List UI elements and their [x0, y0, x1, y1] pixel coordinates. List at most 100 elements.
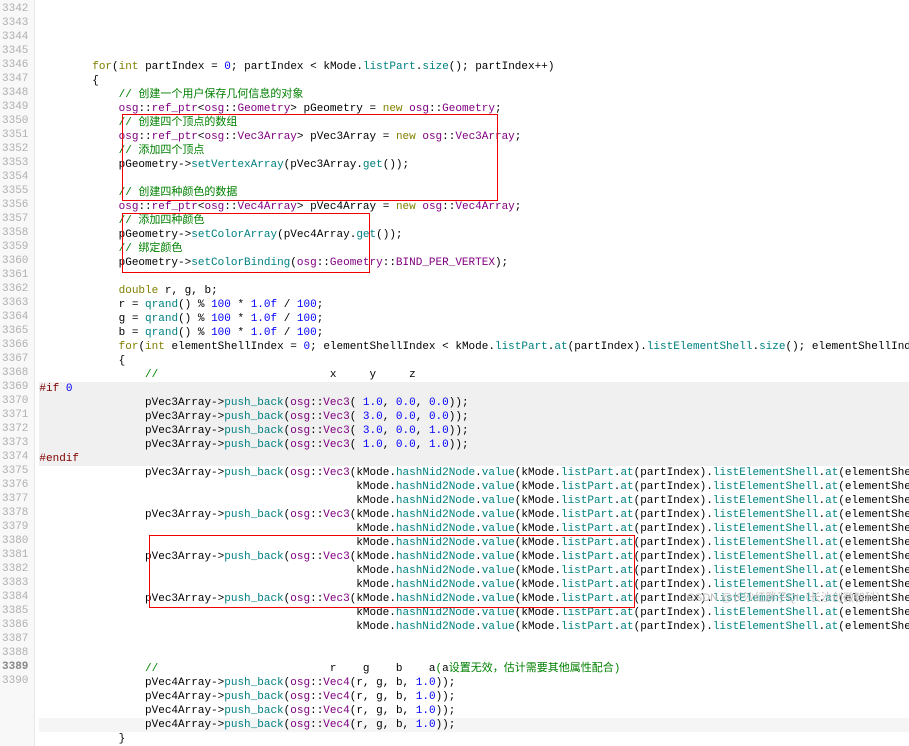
code-line[interactable]: pVec3Array->push_back(osg::Vec3(kMode.ha…	[39, 508, 909, 522]
line-number[interactable]: 3368	[2, 366, 28, 380]
line-number[interactable]: 3351	[2, 128, 28, 142]
code-line[interactable]: // 添加四种颜色	[39, 214, 909, 228]
code-line[interactable]: // 创建一个用户保存几何信息的对象	[39, 88, 909, 102]
code-line[interactable]: }	[39, 732, 909, 746]
code-line[interactable]: pVec3Array->push_back(osg::Vec3( 1.0, 0.…	[39, 396, 909, 410]
code-line[interactable]: // 绑定颜色	[39, 242, 909, 256]
line-number[interactable]: 3370	[2, 394, 28, 408]
line-number[interactable]: 3361	[2, 268, 28, 282]
line-number[interactable]: 3347	[2, 72, 28, 86]
code-line[interactable]: kMode.hashNid2Node.value(kMode.listPart.…	[39, 606, 909, 620]
code-line[interactable]: double r, g, b;	[39, 284, 909, 298]
line-number-gutter[interactable]: 3342334333443345334633473348334933503351…	[0, 0, 35, 746]
code-line[interactable]: kMode.hashNid2Node.value(kMode.listPart.…	[39, 536, 909, 550]
watermark-text: CSDN @长沙红胖子Qt（长沙创微智科）	[687, 592, 887, 604]
line-number[interactable]: 3377	[2, 492, 28, 506]
code-line[interactable]: // 创建四个顶点的数组	[39, 116, 909, 130]
code-line[interactable]: // x y z	[39, 368, 909, 382]
line-number[interactable]: 3380	[2, 534, 28, 548]
line-number[interactable]: 3343	[2, 16, 28, 30]
code-line[interactable]: b = qrand() % 100 * 1.0f / 100;	[39, 326, 909, 340]
line-number[interactable]: 3379	[2, 520, 28, 534]
code-line[interactable]: kMode.hashNid2Node.value(kMode.listPart.…	[39, 480, 909, 494]
code-line[interactable]: pGeometry->setColorBinding(osg::Geometry…	[39, 256, 909, 270]
line-number[interactable]: 3372	[2, 422, 28, 436]
line-number[interactable]: 3378	[2, 506, 28, 520]
code-line[interactable]: osg::ref_ptr<osg::Geometry> pGeometry = …	[39, 102, 909, 116]
code-line[interactable]: osg::ref_ptr<osg::Vec4Array> pVec4Array …	[39, 200, 909, 214]
code-line[interactable]: // r g b a(a设置无效，估计需要其他属性配合)	[39, 662, 909, 676]
line-number[interactable]: 3381	[2, 548, 28, 562]
code-area[interactable]: for(int partIndex = 0; partIndex < kMode…	[35, 0, 909, 746]
code-line[interactable]	[39, 648, 909, 662]
line-number[interactable]: 3349	[2, 100, 28, 114]
code-line[interactable]	[39, 634, 909, 648]
line-number[interactable]: 3344	[2, 30, 28, 44]
code-editor[interactable]: 3342334333443345334633473348334933503351…	[0, 0, 909, 746]
line-number[interactable]: 3358	[2, 226, 28, 240]
line-number[interactable]: 3359	[2, 240, 28, 254]
code-line[interactable]	[39, 270, 909, 284]
line-number[interactable]: 3353	[2, 156, 28, 170]
line-number[interactable]: 3385	[2, 604, 28, 618]
line-number[interactable]: 3388	[2, 646, 28, 660]
line-number[interactable]: 3383	[2, 576, 28, 590]
line-number[interactable]: 3355	[2, 184, 28, 198]
code-line[interactable]: pVec3Array->push_back(osg::Vec3( 3.0, 0.…	[39, 424, 909, 438]
code-line[interactable]: pGeometry->setColorArray(pVec4Array.get(…	[39, 228, 909, 242]
code-line[interactable]: pVec4Array->push_back(osg::Vec4(r, g, b,…	[39, 676, 909, 690]
line-number[interactable]: 3348	[2, 86, 28, 100]
code-line[interactable]: for(int partIndex = 0; partIndex < kMode…	[39, 60, 909, 74]
code-line[interactable]: kMode.hashNid2Node.value(kMode.listPart.…	[39, 522, 909, 536]
line-number[interactable]: 3387	[2, 632, 28, 646]
line-number[interactable]: 3350	[2, 114, 28, 128]
code-line[interactable]: for(int elementShellIndex = 0; elementSh…	[39, 340, 909, 354]
line-number[interactable]: 3356	[2, 198, 28, 212]
line-number[interactable]: 3357	[2, 212, 28, 226]
line-number[interactable]: 3382	[2, 562, 28, 576]
line-number[interactable]: 3386	[2, 618, 28, 632]
code-line[interactable]: pGeometry->setVertexArray(pVec3Array.get…	[39, 158, 909, 172]
line-number[interactable]: 3371	[2, 408, 28, 422]
code-line[interactable]: pVec4Array->push_back(osg::Vec4(r, g, b,…	[39, 690, 909, 704]
code-line[interactable]: pVec4Array->push_back(osg::Vec4(r, g, b,…	[39, 718, 909, 732]
code-line[interactable]: {	[39, 354, 909, 368]
line-number[interactable]: 3364	[2, 310, 28, 324]
line-number[interactable]: 3362	[2, 282, 28, 296]
line-number[interactable]: 3375	[2, 464, 28, 478]
code-line[interactable]: r = qrand() % 100 * 1.0f / 100;	[39, 298, 909, 312]
line-number[interactable]: 3367	[2, 352, 28, 366]
line-number[interactable]: 3342	[2, 2, 28, 16]
line-number[interactable]: 3365	[2, 324, 28, 338]
line-number[interactable]: 3374	[2, 450, 28, 464]
code-line[interactable]: kMode.hashNid2Node.value(kMode.listPart.…	[39, 494, 909, 508]
line-number[interactable]: 3352	[2, 142, 28, 156]
line-number[interactable]: 3373	[2, 436, 28, 450]
code-line[interactable]: pVec3Array->push_back(osg::Vec3( 1.0, 0.…	[39, 438, 909, 452]
code-line[interactable]: pVec3Array->push_back(osg::Vec3(kMode.ha…	[39, 466, 909, 480]
code-line[interactable]: // 添加四个顶点	[39, 144, 909, 158]
line-number[interactable]: 3363	[2, 296, 28, 310]
code-line[interactable]: #endif	[39, 452, 909, 466]
code-line[interactable]: {	[39, 74, 909, 88]
code-line[interactable]: g = qrand() % 100 * 1.0f / 100;	[39, 312, 909, 326]
code-line[interactable]: osg::ref_ptr<osg::Vec3Array> pVec3Array …	[39, 130, 909, 144]
line-number[interactable]: 3366	[2, 338, 28, 352]
line-number[interactable]: 3346	[2, 58, 28, 72]
code-line[interactable]: kMode.hashNid2Node.value(kMode.listPart.…	[39, 564, 909, 578]
line-number[interactable]: 3376	[2, 478, 28, 492]
code-line[interactable]: // 创建四种颜色的数据	[39, 186, 909, 200]
code-line[interactable]	[39, 172, 909, 186]
code-line[interactable]: pVec4Array->push_back(osg::Vec4(r, g, b,…	[39, 704, 909, 718]
code-line[interactable]: kMode.hashNid2Node.value(kMode.listPart.…	[39, 620, 909, 634]
line-number[interactable]: 3360	[2, 254, 28, 268]
line-number[interactable]: 3354	[2, 170, 28, 184]
line-number[interactable]: 3345	[2, 44, 28, 58]
code-line[interactable]: pVec3Array->push_back(osg::Vec3(kMode.ha…	[39, 550, 909, 564]
line-number[interactable]: 3384	[2, 590, 28, 604]
line-number[interactable]: 3389	[2, 660, 28, 674]
line-number[interactable]: 3369	[2, 380, 28, 394]
code-line[interactable]: #if 0	[39, 382, 909, 396]
line-number[interactable]: 3390	[2, 674, 28, 688]
code-line[interactable]: pVec3Array->push_back(osg::Vec3( 3.0, 0.…	[39, 410, 909, 424]
